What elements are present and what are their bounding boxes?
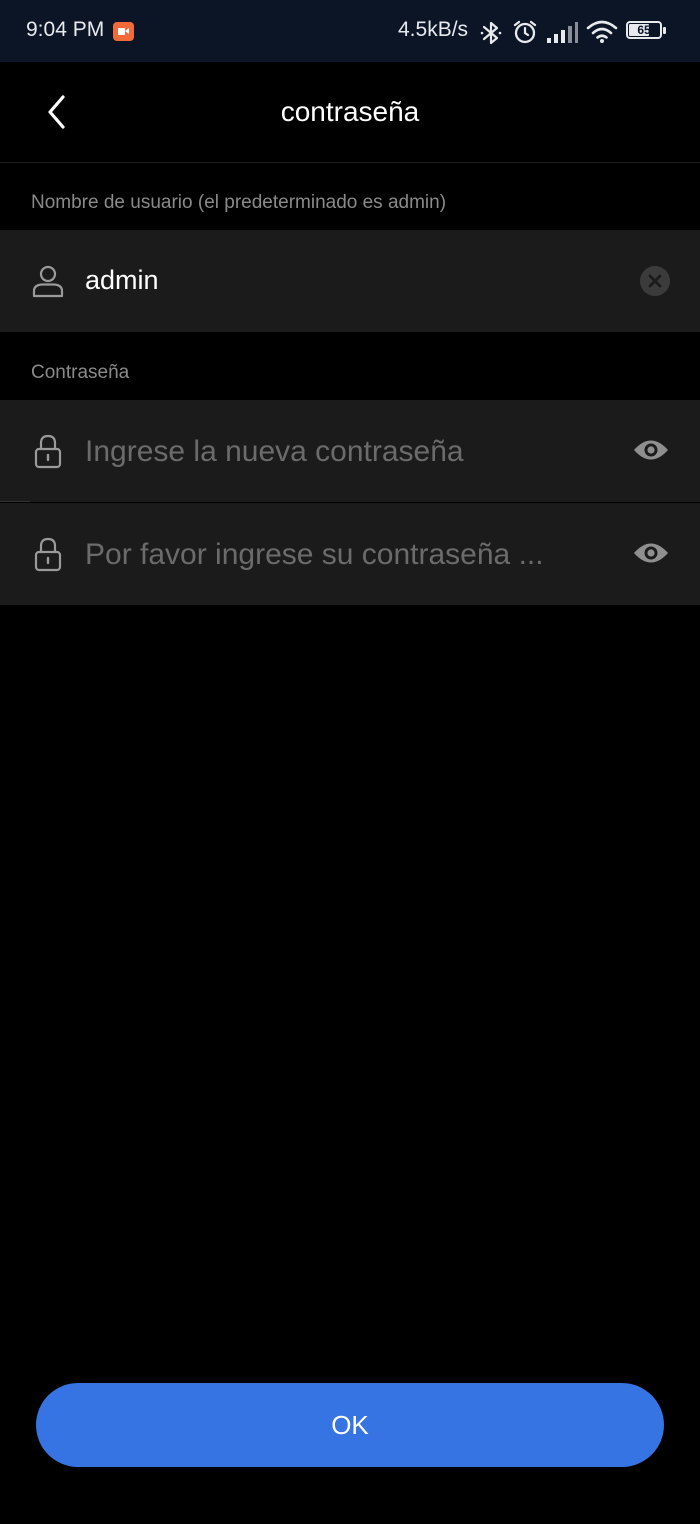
new-password-input[interactable]: Ingrese la nueva contraseña	[85, 435, 585, 469]
username-value: admin	[85, 265, 159, 295]
screen-record-icon	[113, 22, 134, 41]
alarm-icon	[513, 20, 537, 44]
battery-icon: 65	[626, 21, 666, 41]
user-icon	[32, 265, 64, 298]
page-title: contraseña	[280, 96, 420, 127]
lock-icon	[34, 537, 62, 572]
wifi-icon	[586, 20, 618, 43]
status-bar: 9:04 PM 4.5kB/s 65	[0, 0, 700, 62]
signal-icon	[547, 22, 578, 43]
status-time: 9:04 PM	[26, 18, 105, 41]
clear-icon[interactable]	[640, 266, 670, 296]
network-speed: 4.5kB/s	[398, 18, 469, 41]
header: contraseña	[0, 62, 700, 163]
lock-icon	[34, 434, 62, 469]
bluetooth-icon	[480, 21, 502, 45]
field-divider	[0, 501, 30, 502]
battery-level: 65	[637, 23, 651, 37]
new-password-field[interactable]: Ingrese la nueva contraseña	[0, 400, 700, 502]
confirm-password-input[interactable]: Por favor ingrese su contraseña ...	[85, 538, 585, 572]
status-icons: 4.5kB/s 65	[380, 0, 700, 62]
password-section-label: Contraseña	[31, 362, 130, 383]
confirm-password-field[interactable]: Por favor ingrese su contraseña ...	[0, 503, 700, 605]
username-section-label: Nombre de usuario (el predeterminado es …	[31, 192, 447, 213]
username-field[interactable]: admin	[0, 230, 700, 332]
eye-icon[interactable]	[633, 540, 669, 566]
eye-icon[interactable]	[633, 437, 669, 463]
ok-button[interactable]: OK	[36, 1383, 664, 1467]
